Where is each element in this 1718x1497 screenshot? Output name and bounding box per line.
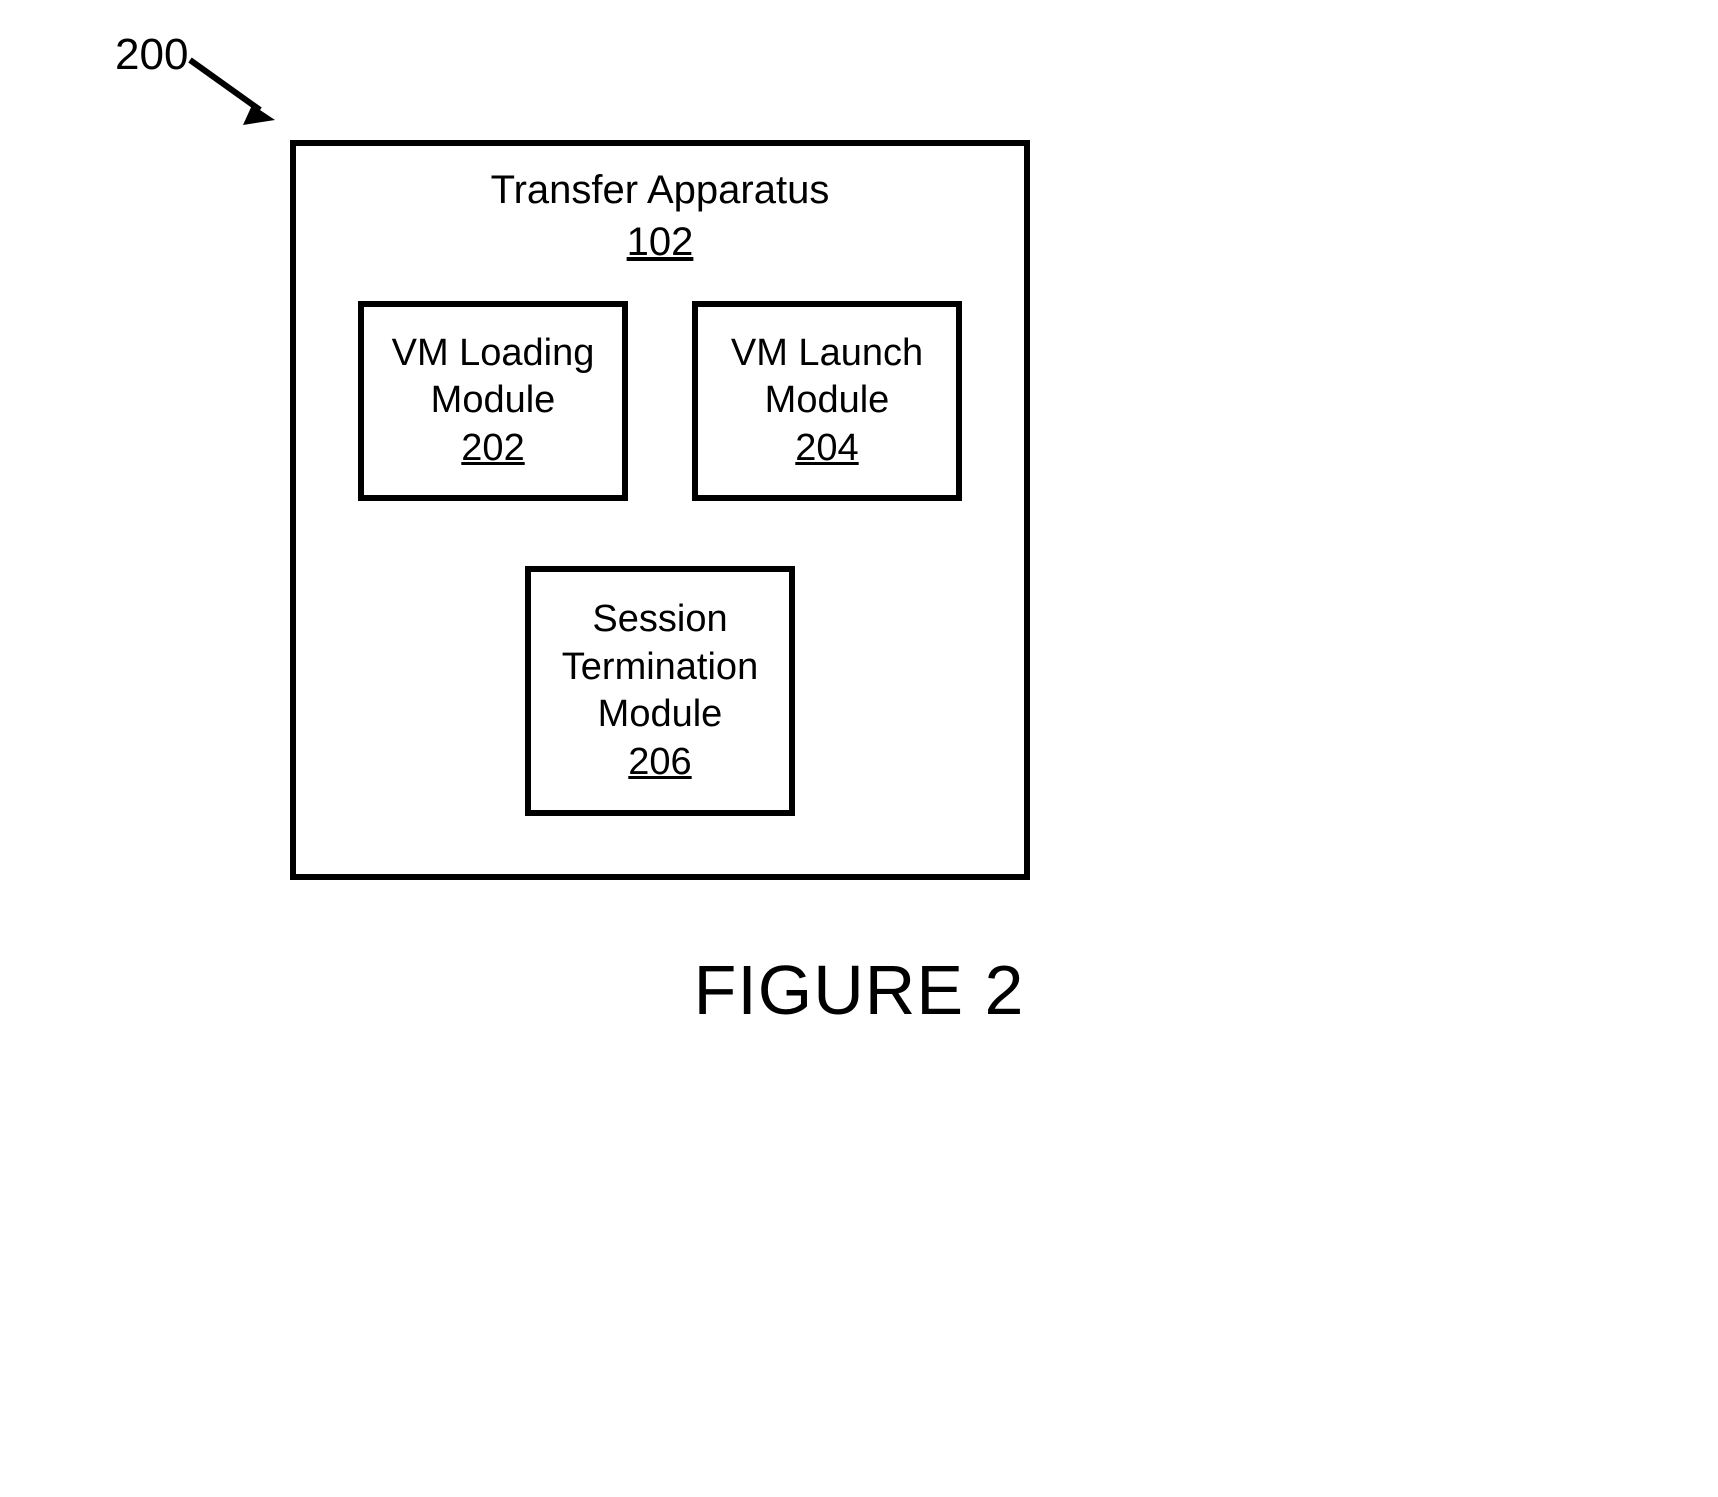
transfer-apparatus-box: Transfer Apparatus 102 VM Loading Module… bbox=[290, 140, 1030, 880]
bottom-row: Session Termination Module 206 bbox=[296, 566, 1024, 816]
vm-launch-num: 204 bbox=[795, 427, 858, 469]
session-num: 206 bbox=[628, 741, 691, 783]
outer-box-title: Transfer Apparatus 102 bbox=[296, 164, 1024, 268]
vm-launch-line1: VM Launch bbox=[731, 332, 923, 374]
session-line2: Termination bbox=[562, 646, 758, 688]
reference-numeral: 200 bbox=[115, 30, 188, 80]
pointer-arrow bbox=[185, 55, 285, 135]
session-line3: Module bbox=[598, 693, 723, 735]
session-termination-module-box: Session Termination Module 206 bbox=[525, 566, 795, 816]
outer-title-text: Transfer Apparatus bbox=[491, 168, 830, 212]
vm-loading-line1: VM Loading bbox=[392, 332, 595, 374]
figure-caption: FIGURE 2 bbox=[0, 950, 1718, 1030]
vm-loading-line2: Module bbox=[431, 379, 556, 421]
session-line1: Session bbox=[592, 598, 727, 640]
vm-launch-line2: Module bbox=[765, 379, 890, 421]
vm-launch-module-box: VM Launch Module 204 bbox=[692, 301, 962, 501]
outer-title-num: 102 bbox=[627, 220, 694, 264]
vm-loading-num: 202 bbox=[461, 427, 524, 469]
vm-loading-module-box: VM Loading Module 202 bbox=[358, 301, 628, 501]
top-row: VM Loading Module 202 VM Launch Module 2… bbox=[296, 301, 1024, 501]
